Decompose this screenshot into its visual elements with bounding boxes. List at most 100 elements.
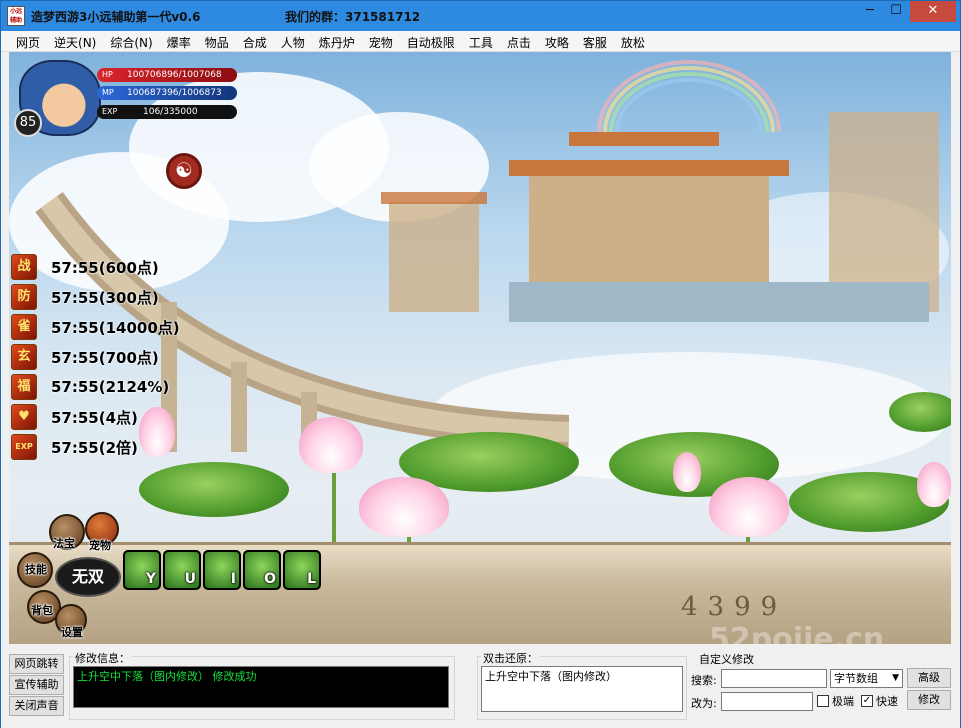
hotkey-i-label: I bbox=[230, 571, 236, 587]
buff-text: 57:55(14000点) bbox=[51, 318, 180, 337]
menu-general[interactable]: 综合(N) bbox=[103, 31, 159, 51]
buff-row: 玄 57:55(700点) bbox=[11, 344, 159, 370]
exp-label: EXP bbox=[102, 107, 118, 116]
buff-text: 57:55(700点) bbox=[51, 348, 159, 367]
lotus-stem bbox=[332, 462, 336, 542]
fast-checkbox-box[interactable]: ✓ bbox=[861, 695, 873, 707]
lotus-leaf bbox=[139, 462, 289, 517]
restore-label: 双击还原： bbox=[481, 650, 540, 666]
maximize-button[interactable]: ☐ bbox=[883, 1, 909, 22]
menu-nitian[interactable]: 逆天(N) bbox=[47, 31, 103, 51]
buff-defense-icon: 防 bbox=[11, 284, 37, 310]
mp-label: MP bbox=[102, 88, 114, 97]
extreme-checkbox-box[interactable] bbox=[817, 695, 829, 707]
bag-label: 背包 bbox=[31, 604, 53, 617]
buff-text: 57:55(2倍) bbox=[51, 438, 138, 457]
extreme-checkbox[interactable]: 极端 bbox=[817, 693, 854, 709]
buff-suzaku-icon: 雀 bbox=[11, 314, 37, 340]
menu-droprate[interactable]: 爆率 bbox=[160, 31, 198, 51]
modify-info-label: 修改信息： bbox=[73, 650, 132, 666]
pet-label: 宠物 bbox=[89, 539, 111, 552]
data-type-select[interactable]: 字节数组 ▼ bbox=[830, 669, 903, 688]
wushuang-button[interactable]: 无双 bbox=[55, 557, 121, 597]
buff-luck-icon: 福 bbox=[11, 374, 37, 400]
search-input[interactable] bbox=[721, 669, 827, 688]
modify-button[interactable]: 修改 bbox=[907, 690, 951, 710]
buff-row: 战 57:55(600点) bbox=[11, 254, 159, 280]
change-label: 改为: bbox=[691, 697, 717, 710]
menu-auto-limit[interactable]: 自动极限 bbox=[400, 31, 462, 51]
app-window: 小远辅助 造梦西游3小远辅助第一代v0.6 我们的群：371581712 ─ ☐… bbox=[0, 0, 961, 728]
hotkey-u[interactable]: U bbox=[163, 550, 201, 590]
app-icon: 小远辅助 bbox=[7, 6, 25, 26]
palace-roof bbox=[569, 132, 719, 146]
menu-bar: 网页 逆天(N) 综合(N) 爆率 物品 合成 人物 炼丹炉 宠物 自动极限 工… bbox=[1, 31, 960, 52]
skill-label: 技能 bbox=[25, 563, 47, 576]
group-number-text: 我们的群：371581712 bbox=[285, 10, 421, 24]
hp-label: HP bbox=[102, 70, 113, 79]
data-type-value: 字节数组 bbox=[834, 672, 878, 685]
lotus-flower bbox=[917, 462, 951, 507]
title-bar[interactable]: 小远辅助 造梦西游3小远辅助第一代v0.6 我们的群：371581712 ─ ☐… bbox=[1, 1, 960, 31]
menu-support[interactable]: 客服 bbox=[576, 31, 614, 51]
close-button[interactable]: ✕ bbox=[910, 1, 956, 22]
buff-row: 雀 57:55(14000点) bbox=[11, 314, 180, 340]
advanced-button[interactable]: 高级 bbox=[907, 668, 951, 688]
modify-log-output: 上升空中下落（图内修改） 修改成功 bbox=[73, 666, 449, 708]
lotus-flower bbox=[299, 417, 363, 473]
custom-modify-label: 自定义修改 bbox=[697, 651, 756, 667]
buff-row: 福 57:55(2124%) bbox=[11, 374, 169, 400]
control-panel: 网页跳转 宣传辅助 关闭声音 修改信息： 上升空中下落（图内修改） 修改成功 双… bbox=[1, 646, 960, 728]
restore-list[interactable]: 上升空中下落（图内修改） bbox=[481, 666, 683, 712]
menu-synthesis[interactable]: 合成 bbox=[236, 31, 274, 51]
hotkey-y[interactable]: Y bbox=[123, 550, 161, 590]
menu-character[interactable]: 人物 bbox=[274, 31, 312, 51]
level-badge: 85 bbox=[14, 109, 42, 137]
menu-tools[interactable]: 工具 bbox=[462, 31, 500, 51]
buff-attack-icon: 战 bbox=[11, 254, 37, 280]
game-viewport[interactable]: 4399 52pojie.cn 85 HP 100706896/1007068 … bbox=[9, 52, 951, 644]
window-title: 造梦西游3小远辅助第一代v0.6 bbox=[31, 10, 201, 24]
hp-value: 100706896/1007068 bbox=[127, 70, 222, 80]
fabao-label: 法宝 bbox=[53, 537, 75, 550]
buff-text: 57:55(600点) bbox=[51, 258, 159, 277]
taiji-icon[interactable]: ☯ bbox=[166, 153, 202, 189]
hotkey-l-label: L bbox=[307, 571, 316, 587]
lotus-flower bbox=[709, 477, 789, 537]
menu-items[interactable]: 物品 bbox=[198, 31, 236, 51]
menu-click[interactable]: 点击 bbox=[500, 31, 538, 51]
mute-sound-button[interactable]: 关闭声音 bbox=[9, 696, 64, 716]
fast-checkbox[interactable]: ✓ 快速 bbox=[861, 693, 898, 709]
minimize-button[interactable]: ─ bbox=[857, 1, 883, 22]
exp-value: 106/335000 bbox=[143, 107, 198, 117]
buff-text: 57:55(300点) bbox=[51, 288, 159, 307]
ground-number: 4399 bbox=[681, 592, 788, 622]
mp-value: 100687396/1006873 bbox=[127, 88, 222, 98]
hotkey-l[interactable]: L bbox=[283, 550, 321, 590]
hotkey-o[interactable]: O bbox=[243, 550, 281, 590]
menu-pet[interactable]: 宠物 bbox=[362, 31, 400, 51]
lotus-flower bbox=[359, 477, 449, 537]
buff-row: 防 57:55(300点) bbox=[11, 284, 159, 310]
buff-row: ♥ 57:55(4点) bbox=[11, 404, 138, 430]
settings-label: 设置 bbox=[61, 626, 83, 639]
change-input[interactable] bbox=[721, 692, 813, 711]
web-jump-button[interactable]: 网页跳转 bbox=[9, 654, 64, 674]
buff-heart-icon: ♥ bbox=[11, 404, 37, 430]
palace-steps bbox=[509, 282, 929, 322]
menu-web[interactable]: 网页 bbox=[9, 31, 47, 51]
menu-relax[interactable]: 放松 bbox=[614, 31, 652, 51]
menu-guide[interactable]: 攻略 bbox=[538, 31, 576, 51]
menu-alchemy[interactable]: 炼丹炉 bbox=[312, 31, 362, 51]
extreme-checkbox-label: 极端 bbox=[832, 695, 854, 708]
rainbow-icon bbox=[597, 60, 781, 132]
buff-xuanwu-icon: 玄 bbox=[11, 344, 37, 370]
palace-roof bbox=[509, 160, 789, 176]
hotkey-o-label: O bbox=[264, 571, 276, 587]
promote-button[interactable]: 宣传辅助 bbox=[9, 675, 64, 695]
buff-text: 57:55(4点) bbox=[51, 408, 138, 427]
buff-row: EXP 57:55(2倍) bbox=[11, 434, 138, 460]
lotus-leaf bbox=[889, 392, 951, 432]
hp-bar: HP 100706896/1007068 bbox=[97, 68, 237, 82]
hotkey-i[interactable]: I bbox=[203, 550, 241, 590]
